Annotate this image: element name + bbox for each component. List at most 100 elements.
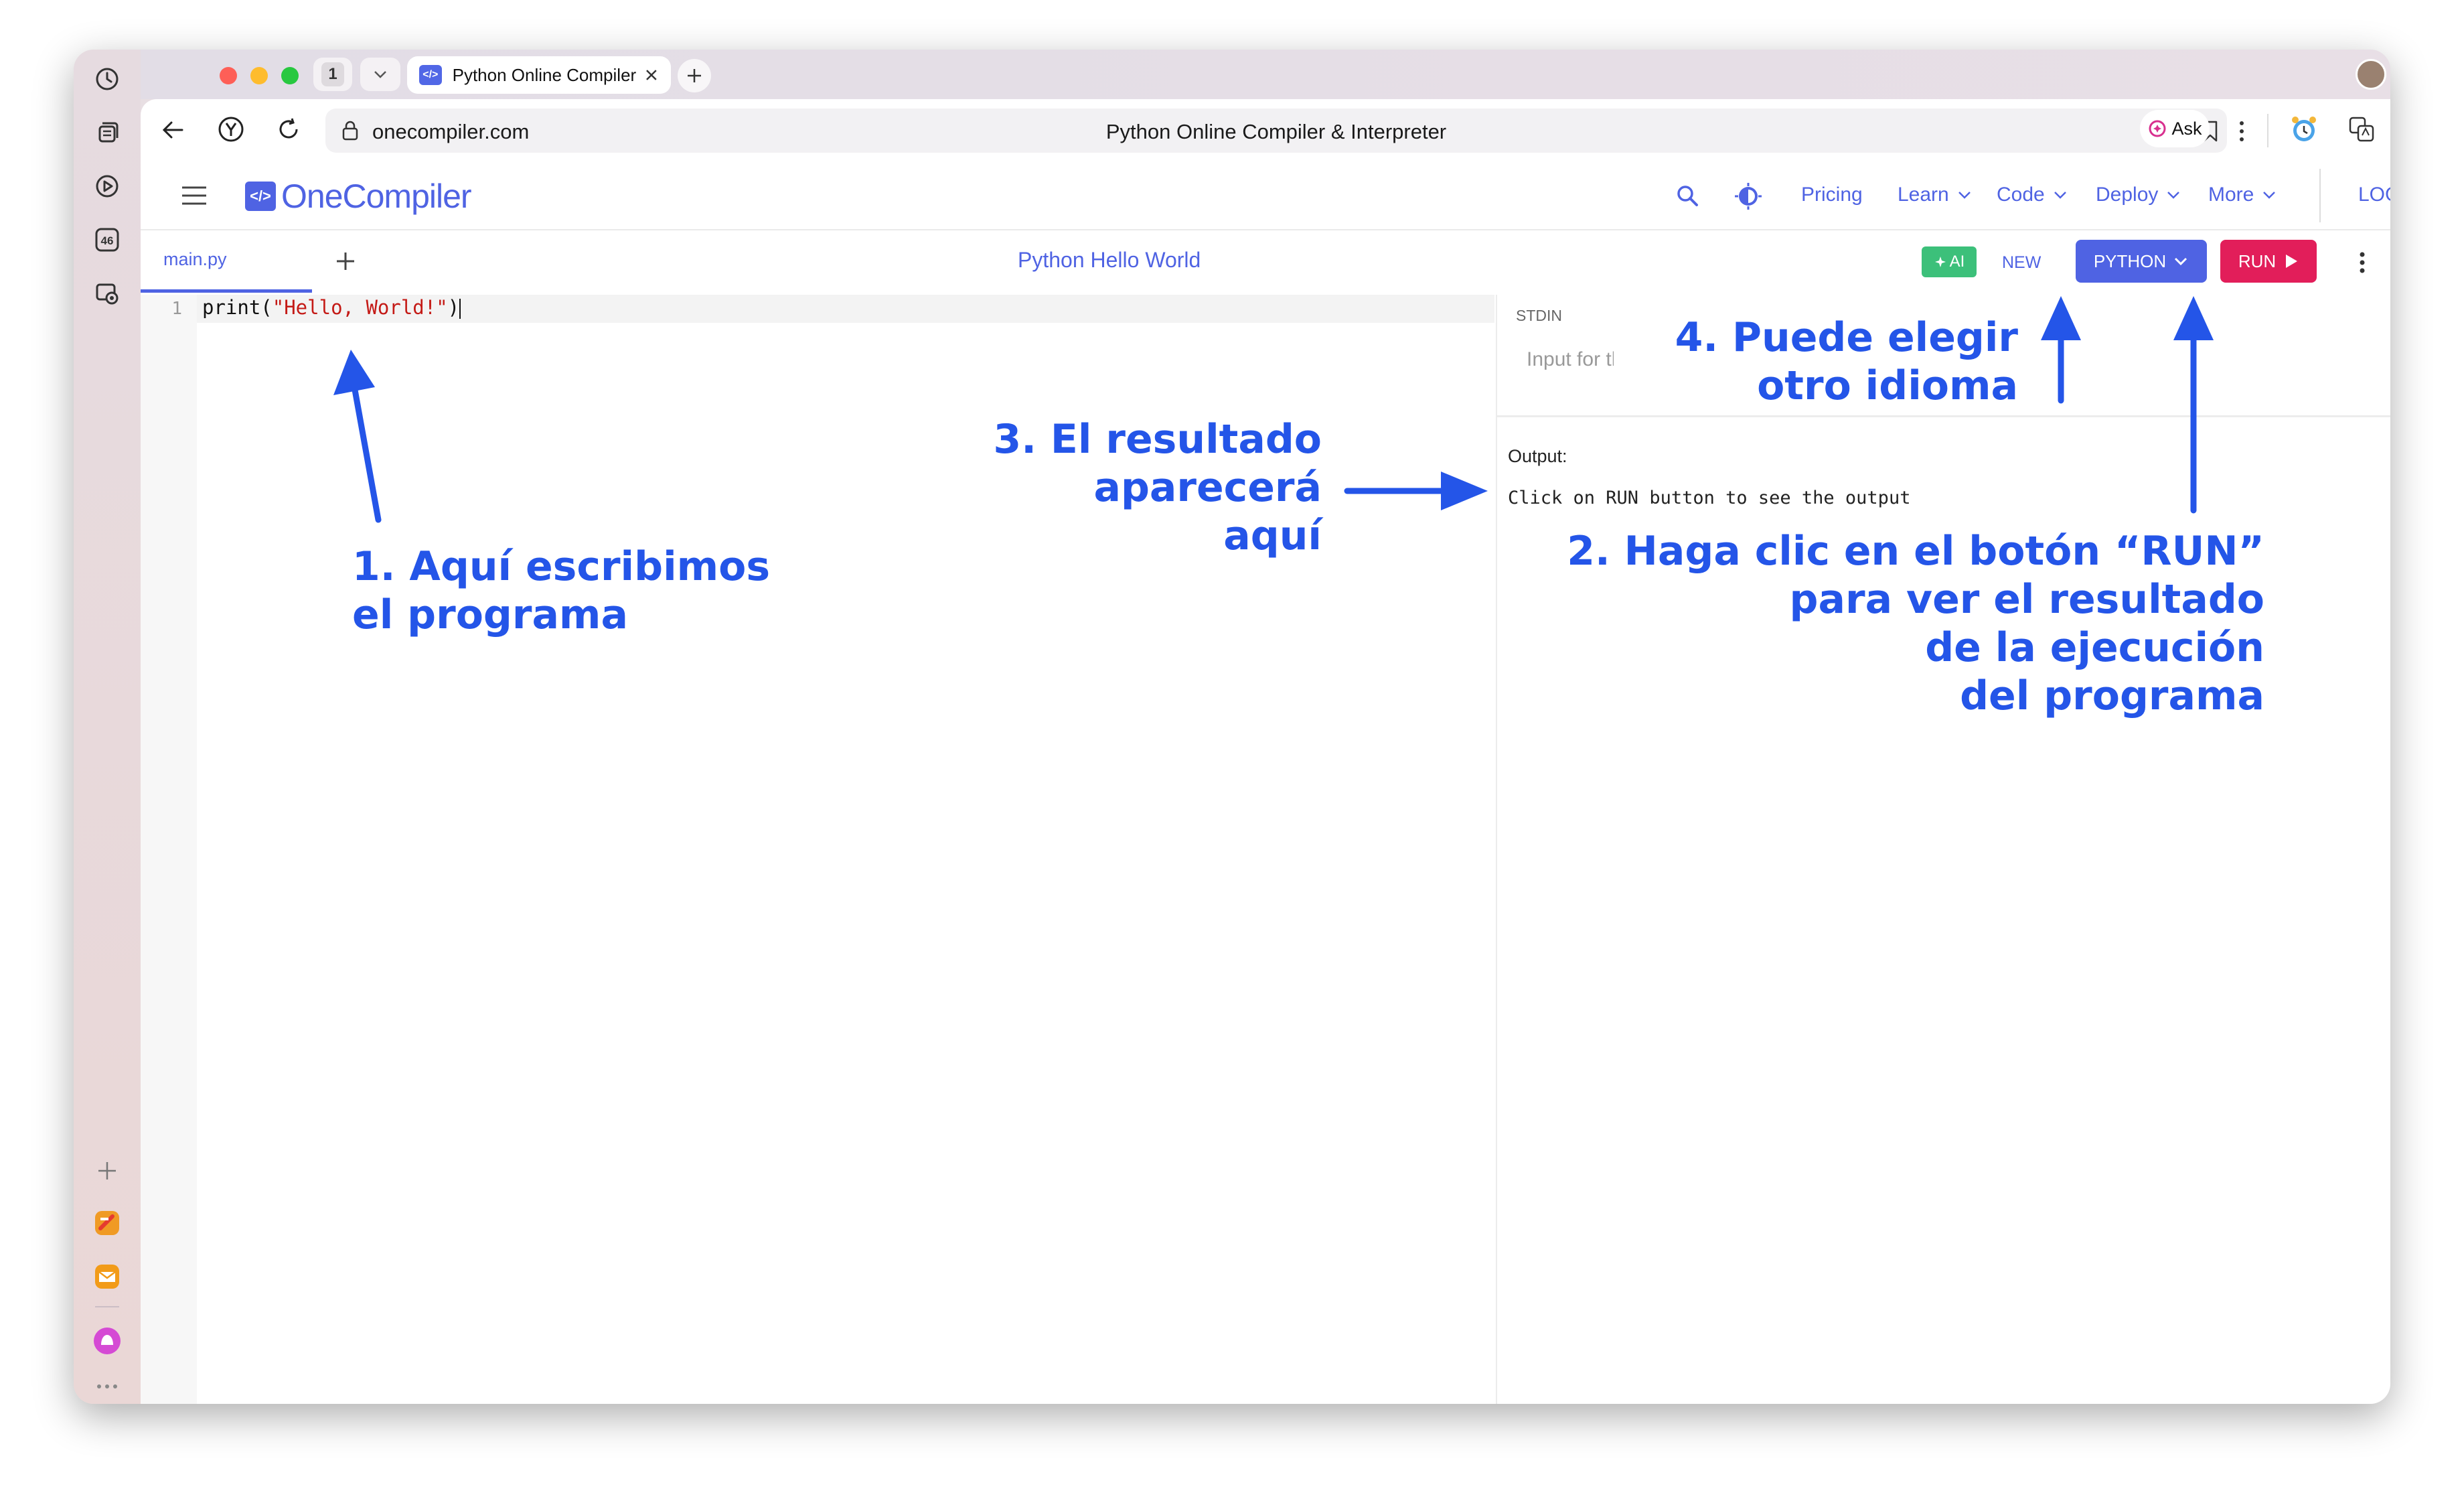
output-label: Output: bbox=[1508, 446, 1567, 466]
reload-button[interactable] bbox=[275, 115, 303, 143]
close-tab-icon[interactable] bbox=[644, 68, 659, 82]
add-panel-icon[interactable] bbox=[91, 1155, 123, 1187]
sparkle-icon bbox=[1934, 257, 1946, 267]
nav-divider bbox=[2319, 169, 2321, 222]
url-field[interactable]: onecompiler.com Python Online Compiler &… bbox=[325, 109, 2227, 153]
output-text: Click on RUN button to see the output bbox=[1508, 488, 1911, 508]
logo-mark-icon: </> bbox=[245, 182, 276, 211]
hamburger-menu-icon[interactable] bbox=[181, 185, 208, 206]
language-select-button[interactable]: PYTHON bbox=[2076, 240, 2207, 283]
browser-window: 46 1 </> Python Online Compiler onecompi… bbox=[74, 50, 2390, 1404]
code-line[interactable]: print("Hello, World!") bbox=[202, 296, 461, 319]
mail-app-icon[interactable] bbox=[91, 1261, 123, 1293]
stdin-label: STDIN bbox=[1516, 307, 1562, 324]
run-button[interactable]: RUN bbox=[2220, 240, 2317, 283]
tab-count-button[interactable]: 1 bbox=[313, 58, 352, 91]
extension-translate-icon[interactable] bbox=[2347, 115, 2376, 143]
active-tab-title: Python Online Compiler bbox=[452, 64, 637, 85]
yandex-button[interactable] bbox=[217, 115, 245, 143]
file-tab-underline bbox=[141, 289, 312, 293]
stdin-input[interactable]: Input for the program bbox=[1527, 348, 1614, 371]
add-file-icon[interactable] bbox=[335, 250, 356, 272]
annotation-step4: 4. Puede elegir otro idioma bbox=[1674, 313, 2018, 410]
sidebar-badge-text: 46 bbox=[101, 234, 114, 247]
file-tab-main-py[interactable]: main.py bbox=[163, 249, 227, 270]
nav-pricing[interactable]: Pricing bbox=[1801, 184, 1863, 206]
code-suffix: ) bbox=[447, 296, 460, 319]
avatar[interactable] bbox=[2356, 59, 2386, 90]
annotation-step2-line4: del programa bbox=[1960, 672, 2264, 719]
browser-sidebar: 46 bbox=[74, 50, 141, 1404]
ide-toolbar: main.py Python Hello World AI NEW PYTHON… bbox=[141, 230, 2390, 295]
annotation-step1-line2: el programa bbox=[352, 591, 628, 638]
search-icon[interactable] bbox=[1675, 184, 1699, 208]
login-link[interactable]: LOGIN bbox=[2358, 184, 2390, 206]
nav-code-label: Code bbox=[1997, 184, 2045, 206]
nav-code[interactable]: Code bbox=[1997, 184, 2068, 206]
yandex-logo-icon bbox=[218, 117, 244, 142]
line-gutter: 1 bbox=[141, 295, 197, 1404]
tab-bar: 1 </> Python Online Compiler bbox=[141, 50, 2390, 99]
sidebar-divider bbox=[95, 1306, 119, 1307]
sparkle-icon bbox=[2149, 120, 2166, 137]
tab-list-button[interactable] bbox=[360, 58, 400, 91]
new-tab-button[interactable] bbox=[678, 59, 711, 92]
annotation-step3-line2: aparecerá aquí bbox=[1093, 464, 1322, 559]
nav-learn-label: Learn bbox=[1898, 184, 1949, 206]
text-cursor bbox=[459, 299, 461, 319]
active-tab[interactable]: </> Python Online Compiler bbox=[407, 56, 671, 94]
collections-icon[interactable] bbox=[91, 117, 123, 149]
nav-more[interactable]: More bbox=[2208, 184, 2277, 206]
annotation-step2-line3: de la ejecución bbox=[1925, 624, 2264, 671]
annotation-step3-line1: 3. El resultado bbox=[993, 416, 1322, 463]
screenshot-icon[interactable] bbox=[91, 277, 123, 309]
login-label: LOGIN bbox=[2358, 184, 2390, 206]
page-content: </> OneCompiler Pricing Learn Code Deplo… bbox=[141, 163, 2390, 1404]
nav-learn[interactable]: Learn bbox=[1898, 184, 1972, 206]
nav-deploy[interactable]: Deploy bbox=[2096, 184, 2181, 206]
more-dots-icon[interactable] bbox=[91, 1370, 123, 1403]
annotation-step1: 1. Aquí escribimos el programa bbox=[352, 543, 770, 639]
plus-icon bbox=[688, 69, 701, 82]
more-options-icon[interactable] bbox=[2358, 250, 2366, 275]
badge-icon[interactable]: 46 bbox=[91, 224, 123, 256]
logo-text: OneCompiler bbox=[281, 177, 472, 215]
nav-pricing-label: Pricing bbox=[1801, 184, 1863, 206]
io-panel: STDIN Input for the program Output: Clic… bbox=[1496, 295, 2390, 1404]
nav-deploy-label: Deploy bbox=[2096, 184, 2159, 206]
annotation-step4-line1: 4. Puede elegir bbox=[1675, 314, 2018, 361]
toolbar-divider bbox=[2267, 114, 2268, 147]
extension-alarm-icon[interactable] bbox=[2289, 114, 2319, 145]
language-label: PYTHON bbox=[2093, 250, 2167, 271]
chevron-down-icon bbox=[1958, 192, 1971, 199]
chevron-down-icon bbox=[2167, 192, 2180, 199]
assistant-icon[interactable] bbox=[91, 1325, 123, 1357]
ai-button[interactable]: AI bbox=[1922, 246, 1977, 277]
kebab-menu-icon[interactable] bbox=[2238, 119, 2246, 143]
code-prefix: print( bbox=[202, 296, 273, 319]
tab-count-text: 1 bbox=[321, 62, 344, 86]
ask-button[interactable]: Ask bbox=[2140, 110, 2210, 147]
close-window-button[interactable] bbox=[220, 67, 237, 84]
annotation-step2-line2: para ver el resultado bbox=[1789, 576, 2264, 623]
new-button[interactable]: NEW bbox=[2002, 253, 2041, 273]
ask-label: Ask bbox=[2171, 118, 2202, 139]
zoom-window-button[interactable] bbox=[281, 67, 299, 84]
page-title: Python Online Compiler & Interpreter bbox=[1105, 120, 1447, 143]
history-icon[interactable] bbox=[91, 63, 123, 95]
reload-icon bbox=[279, 118, 298, 139]
annotation-step1-line1: 1. Aquí escribimos bbox=[352, 543, 771, 590]
code-string: "Hello, World!" bbox=[272, 296, 448, 319]
ide-title[interactable]: Python Hello World bbox=[1018, 248, 1201, 273]
line-number: 1 bbox=[171, 299, 182, 319]
play-icon bbox=[2286, 255, 2298, 268]
back-button[interactable] bbox=[159, 117, 186, 143]
arrow-left-icon bbox=[162, 121, 183, 139]
favicon-icon: </> bbox=[419, 65, 442, 85]
minimize-window-button[interactable] bbox=[250, 67, 268, 84]
video-icon[interactable] bbox=[91, 170, 123, 202]
notes-app-icon[interactable] bbox=[91, 1207, 123, 1239]
theme-toggle-icon[interactable] bbox=[1734, 182, 1762, 210]
site-header: </> OneCompiler Pricing Learn Code Deplo… bbox=[141, 163, 2390, 230]
site-logo[interactable]: </> OneCompiler bbox=[245, 177, 472, 216]
